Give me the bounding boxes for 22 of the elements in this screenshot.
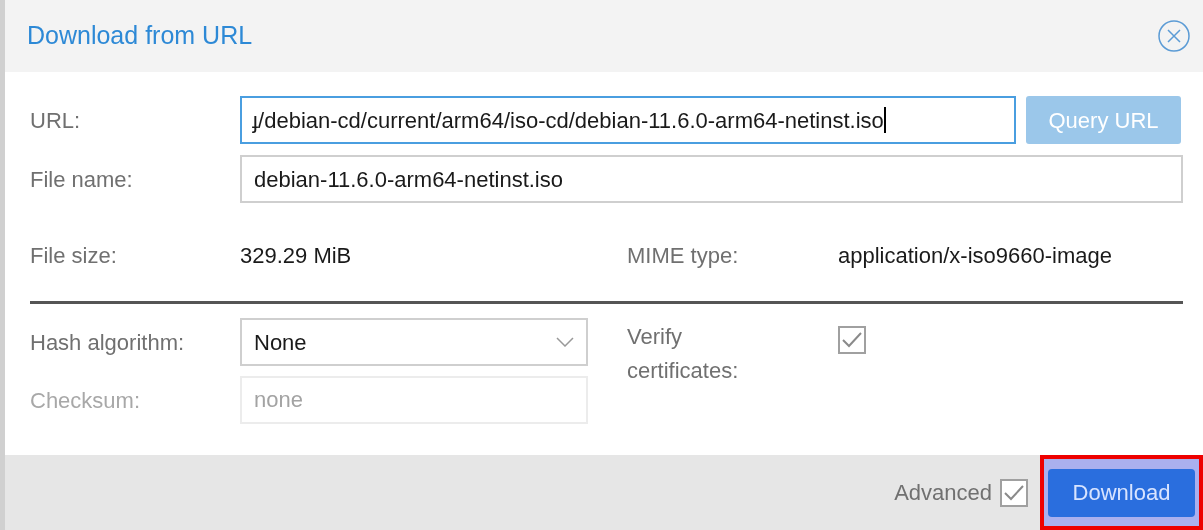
hash-algorithm-label: Hash algorithm:: [30, 328, 186, 357]
close-icon[interactable]: [1157, 19, 1191, 53]
checkmark-icon: [841, 331, 863, 349]
url-label: URL:: [30, 106, 82, 135]
advanced-label: Advanced: [894, 479, 992, 507]
mime-type-value: application/x-iso9660-image: [838, 241, 1112, 270]
file-size-label: File size:: [30, 241, 118, 270]
chevron-down-icon: [556, 337, 574, 347]
dialog-title: Download from URL: [27, 20, 253, 52]
hash-algorithm-select[interactable]: None: [240, 318, 588, 366]
checksum-label: Checksum:: [30, 386, 142, 415]
file-size-value: 329.29 MiB: [240, 241, 353, 270]
verify-certificates-checkbox[interactable]: [838, 326, 866, 354]
checkmark-icon: [1003, 483, 1025, 502]
text-cursor: [883, 107, 886, 133]
file-name-field[interactable]: debian-11.6.0-arm64-netinst.iso: [240, 155, 1183, 203]
file-name-label: File name:: [30, 165, 134, 194]
verify-certificates-label: Verify certificates:: [627, 323, 740, 385]
download-button[interactable]: Download: [1048, 468, 1195, 517]
url-field[interactable]: ɟ/debian-cd/current/arm64/iso-cd/debian-11.6.0-arm64-netinst.iso: [240, 96, 1016, 144]
advanced-checkbox[interactable]: [1000, 478, 1028, 507]
mime-type-label: MIME type:: [627, 241, 740, 270]
